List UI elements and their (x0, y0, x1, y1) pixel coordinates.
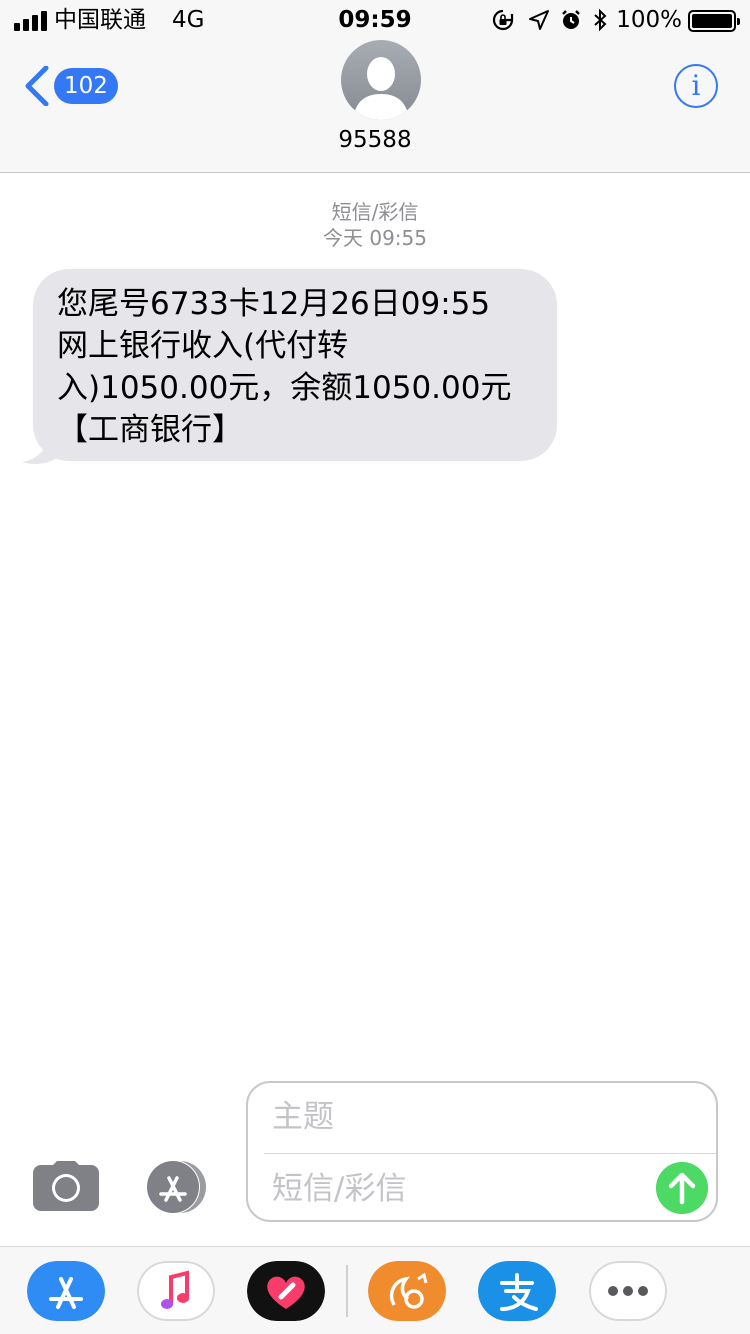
alarm-icon (562, 10, 580, 29)
app-drawer (0, 1246, 750, 1334)
conversation-header: 102 95588 i (0, 40, 750, 173)
app-store-icon[interactable] (27, 1261, 105, 1321)
camera-icon[interactable] (33, 1161, 99, 1211)
status-bar: 中国联通 4G 09:59 100% (0, 0, 750, 40)
unread-count-badge: 102 (54, 68, 118, 104)
music-icon[interactable] (137, 1261, 215, 1321)
person-silhouette-icon (353, 57, 409, 120)
message-timestamp: 今天 09:55 (323, 226, 427, 250)
digital-touch-icon[interactable] (247, 1261, 325, 1321)
info-button[interactable]: i (674, 64, 718, 108)
compose-box[interactable]: 主题 短信/彩信 (246, 1081, 718, 1222)
uc-browser-icon[interactable] (368, 1261, 446, 1321)
incoming-message-bubble[interactable]: 您尾号6733卡12月26日09:55 网上银行收入(代付转 入)1050.00… (33, 269, 557, 461)
message-type-label: 短信/彩信 (331, 200, 419, 224)
battery-percent: 100% (616, 7, 682, 33)
contact-avatar[interactable] (341, 40, 421, 120)
battery-icon (688, 10, 740, 32)
rotation-lock-icon (492, 9, 514, 31)
location-arrow-icon (529, 10, 549, 30)
drawer-separator (346, 1265, 348, 1317)
app-store-button[interactable] (140, 1159, 212, 1215)
more-icon[interactable] (589, 1261, 667, 1321)
message-text: 您尾号6733卡12月26日09:55 网上银行收入(代付转 入)1050.00… (57, 286, 512, 448)
back-button[interactable]: 102 (22, 64, 122, 108)
bluetooth-icon (594, 8, 607, 32)
subject-input[interactable]: 主题 (272, 1097, 334, 1137)
chevron-left-icon (25, 66, 49, 106)
compose-divider (264, 1153, 716, 1154)
contact-name[interactable]: 95588 (0, 126, 750, 154)
alipay-icon[interactable] (478, 1261, 556, 1321)
message-input[interactable]: 短信/彩信 (272, 1169, 406, 1209)
send-button[interactable] (656, 1162, 708, 1214)
